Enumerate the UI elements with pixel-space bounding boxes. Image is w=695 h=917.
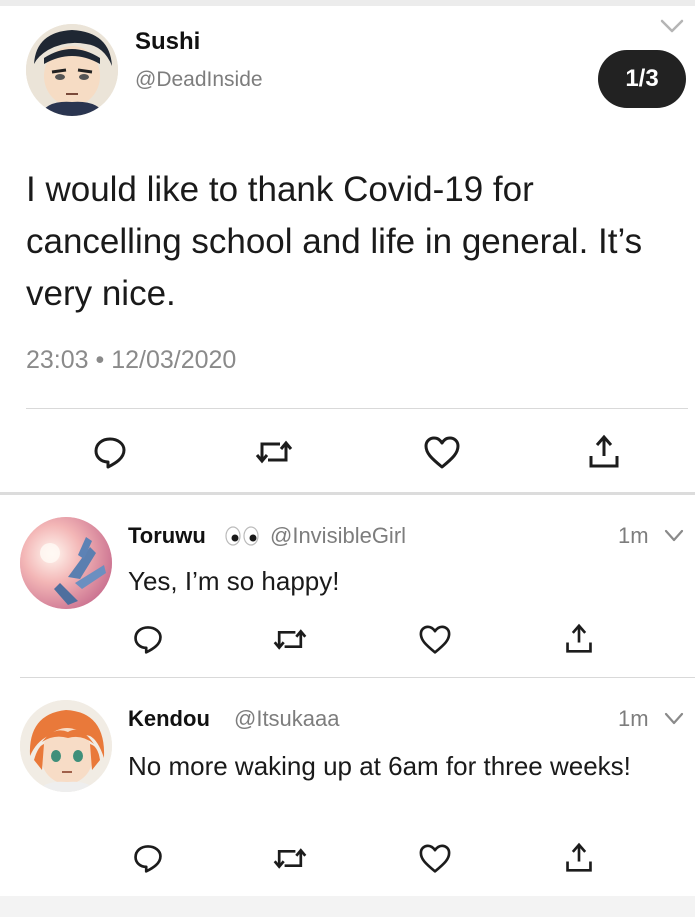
share-icon[interactable] xyxy=(587,434,621,470)
reply-icon[interactable] xyxy=(132,623,164,655)
user-handle[interactable]: @InvisibleGirl xyxy=(270,523,406,549)
user-handle[interactable]: @DeadInside xyxy=(135,68,263,92)
retweet-icon[interactable] xyxy=(272,844,308,873)
avatar[interactable] xyxy=(20,700,112,792)
reply-tweet: Toruwu @InvisibleGirl 1m Yes, I’m so hap… xyxy=(0,495,695,675)
chevron-down-icon[interactable] xyxy=(660,18,684,36)
share-icon[interactable] xyxy=(564,623,594,655)
tweet-text: I would like to thank Covid-19 for cance… xyxy=(26,170,643,313)
retweet-icon[interactable] xyxy=(272,625,308,654)
timestamp: 1m xyxy=(618,706,649,731)
display-name[interactable]: Kendou xyxy=(128,706,210,732)
tweet-timestamp: 23:03 • 12/03/2020 xyxy=(26,346,237,374)
like-icon[interactable] xyxy=(418,844,452,874)
avatar[interactable] xyxy=(26,24,118,116)
bottom-edge xyxy=(0,896,695,917)
reply-icon[interactable] xyxy=(132,842,164,874)
eyes-emoji xyxy=(225,526,259,546)
like-icon[interactable] xyxy=(423,436,461,470)
share-icon[interactable] xyxy=(564,842,594,874)
avatar[interactable] xyxy=(20,517,112,609)
reply-tweet: Kendou @Itsukaaa 1m No more waking up at… xyxy=(0,678,695,896)
divider xyxy=(26,408,688,409)
chevron-down-icon[interactable] xyxy=(664,529,684,543)
chevron-down-icon[interactable] xyxy=(664,712,684,726)
display-name[interactable]: Sushi xyxy=(135,28,200,56)
reply-text: Yes, I’m so happy! xyxy=(128,566,340,596)
timestamp: 1m xyxy=(618,523,649,548)
retweet-icon[interactable] xyxy=(254,436,294,468)
thread-counter-badge: 1/3 xyxy=(598,50,686,108)
display-name[interactable]: Toruwu xyxy=(128,523,206,549)
like-icon[interactable] xyxy=(418,625,452,655)
reply-icon[interactable] xyxy=(92,434,128,470)
user-handle[interactable]: @Itsukaaa xyxy=(234,706,340,732)
reply-text: No more waking up at 6am for three weeks… xyxy=(128,751,631,781)
main-tweet: Sushi @DeadInside 1/3 I would like to th… xyxy=(0,6,695,496)
